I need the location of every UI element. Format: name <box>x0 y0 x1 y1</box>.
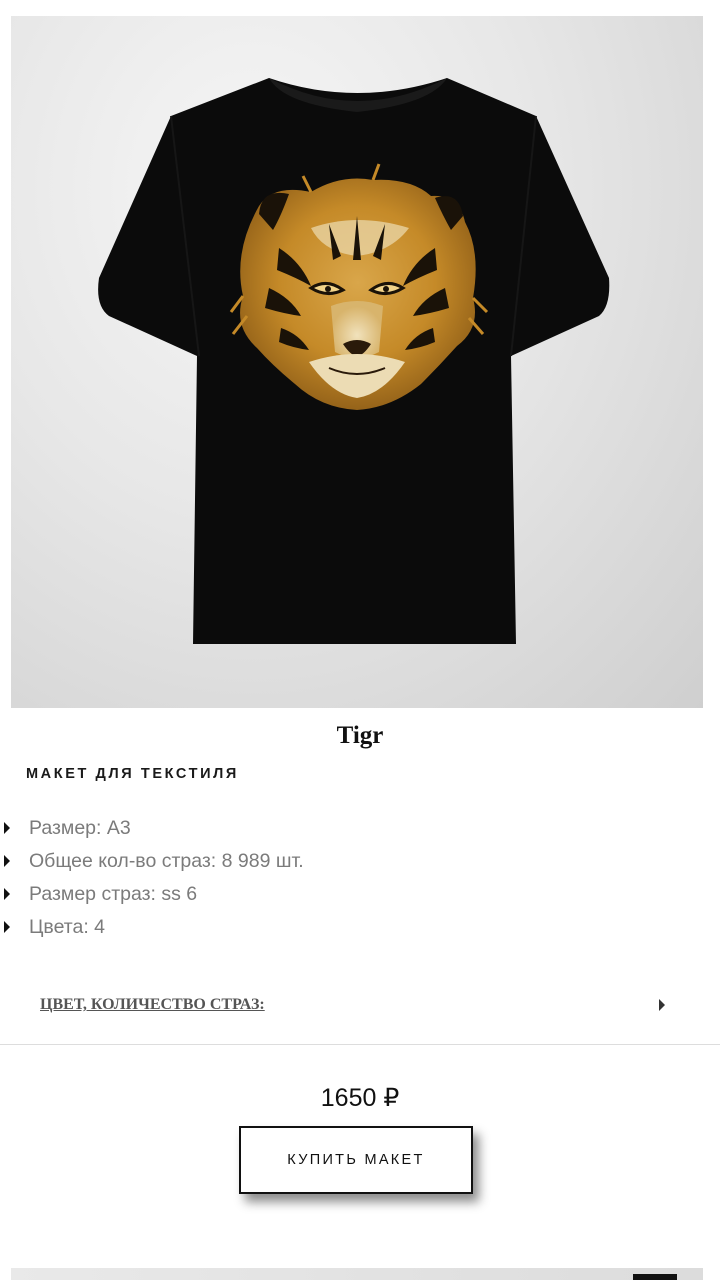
color-count-accordion[interactable]: ЦВЕТ, КОЛИЧЕСТВО СТРАЗ: <box>0 982 720 1045</box>
spec-item-colors: Цвета: 4 <box>0 911 720 944</box>
product-price: 1650 ₽ <box>320 1084 400 1112</box>
spec-text: Размер страз: ss 6 <box>29 883 198 905</box>
bullet-triangle-icon <box>4 855 10 867</box>
spec-list: Размер: А3 Общее кол-во страз: 8 989 шт.… <box>0 812 720 944</box>
buy-button[interactable]: КУПИТЬ МАКЕТ <box>239 1126 473 1194</box>
next-product-image[interactable] <box>11 1268 703 1280</box>
tshirt-tiger-icon <box>98 78 610 644</box>
spec-item-size: Размер: А3 <box>0 812 720 845</box>
accordion-label[interactable]: ЦВЕТ, КОЛИЧЕСТВО СТРАЗ: <box>40 996 265 1014</box>
bullet-triangle-icon <box>4 822 10 834</box>
product-image[interactable] <box>11 16 703 708</box>
product-title: Tigr <box>336 722 384 749</box>
bullet-triangle-icon <box>4 921 10 933</box>
spec-text: Цвета: 4 <box>29 916 106 938</box>
bullet-triangle-icon <box>4 888 10 900</box>
spec-item-total-rhinestones: Общее кол-во страз: 8 989 шт. <box>0 845 720 878</box>
product-subtitle: МАКЕТ ДЛЯ ТЕКСТИЛЯ <box>26 766 239 782</box>
spec-item-rhinestone-size: Размер страз: ss 6 <box>0 878 720 911</box>
spec-text: Общее кол-во страз: 8 989 шт. <box>29 850 304 872</box>
next-image-dark-block <box>633 1274 677 1280</box>
spec-text: Размер: А3 <box>29 817 131 839</box>
triangle-right-icon[interactable] <box>659 999 665 1011</box>
